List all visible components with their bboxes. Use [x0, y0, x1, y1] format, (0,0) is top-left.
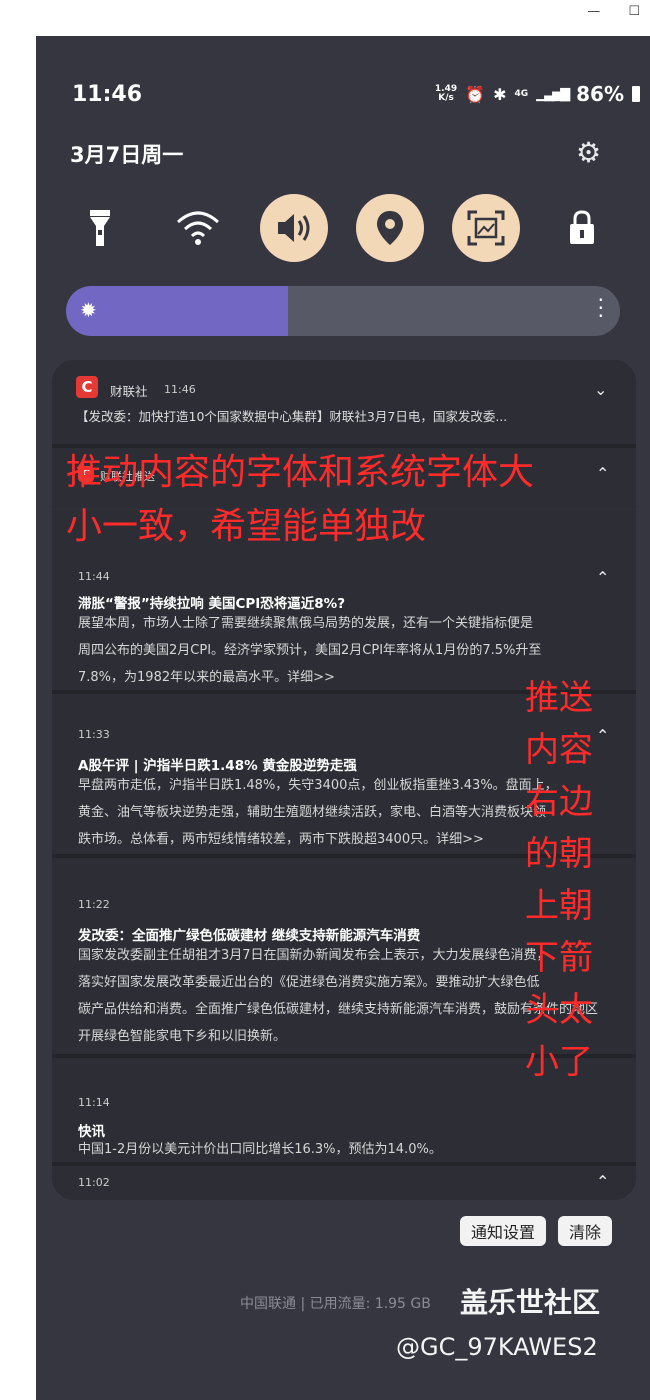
chevron-up-icon[interactable]: ⌃ — [596, 464, 609, 483]
window-controls: — ☐ — [563, 4, 640, 19]
notification-time: 11:44 — [78, 570, 110, 583]
clear-button[interactable]: 清除 — [558, 1216, 612, 1246]
notification-title: 发改委：全面推广绿色低碳建材 继续支持新能源汽车消费 — [78, 928, 421, 944]
notification-text: 【发改委：加快打造10个国家数据中心集群】财联社3月7日电，国家发改委... — [76, 409, 508, 424]
notification-card[interactable]: C 财联社 11:46 【发改委：加快打造10个国家数据中心集群】财联社3月7日… — [52, 360, 636, 444]
maximize-icon[interactable]: ☐ — [628, 4, 640, 19]
status-icons: 1.49 K/s ⏰ ✱ 4G ▁▃▅▇ 86% — [435, 82, 640, 106]
brightness-fill — [66, 286, 288, 336]
cailianshe-app-icon: C — [76, 376, 98, 398]
notification-body: 展望本周，市场人士除了需要继续聚焦俄乌局势的发展，还有一个关键指标便是 周四公布… — [78, 616, 542, 685]
battery-text: 86% — [576, 82, 624, 106]
notification-settings-button[interactable]: 通知设置 — [460, 1216, 546, 1246]
chevron-down-icon[interactable]: ⌄ — [594, 380, 607, 399]
brightness-slider[interactable]: ✹ · · · — [66, 286, 620, 336]
status-time: 11:46 — [72, 82, 143, 107]
net-speed: 1.49 K/s — [434, 84, 458, 103]
signal-label: 4G — [514, 89, 529, 99]
alarm-icon: ⏰ — [465, 84, 486, 104]
volume-icon[interactable] — [260, 194, 328, 262]
notification-time: 11:14 — [78, 1096, 110, 1109]
lock-icon[interactable] — [548, 194, 616, 262]
bluetooth-icon: ✱ — [493, 84, 507, 104]
notification-body: 中国1-2月份以美元计价出口同比增长16.3%，预估为14.0%。 — [78, 1142, 442, 1157]
chevron-up-icon[interactable]: ⌃ — [596, 1172, 609, 1191]
gear-icon[interactable]: ⚙ — [576, 136, 601, 169]
screen-capture-icon[interactable] — [452, 194, 520, 262]
annotation-right: 推送 内容 右边 的朝 上朝 下箭 头太 小了 — [525, 678, 593, 1082]
sun-icon: ✹ — [80, 298, 97, 322]
notification-title: 滞胀“警报”持续拉响 美国CPI恐将逼近8%? — [78, 596, 346, 612]
annotation-top: 推动内容的字体和系统字体大 小一致，希望能单独改 — [66, 452, 535, 547]
notification-title: A股午评 | 沪指半日跌1.48% 黄金股逆势走强 — [78, 758, 357, 774]
watermark-handle: @GC_97KAWES2 — [396, 1333, 598, 1361]
flashlight-icon[interactable] — [66, 194, 134, 262]
minimize-icon[interactable]: — — [587, 4, 600, 19]
signal-icon: ▁▃▅▇ — [536, 86, 570, 102]
date-label: 3月7日周一 — [70, 143, 184, 167]
notification-time: 11:22 — [78, 898, 110, 911]
battery-icon — [632, 86, 640, 102]
notification-time: 11:02 — [78, 1176, 110, 1189]
phone-screen: 11:46 1.49 K/s ⏰ ✱ 4G ▁▃▅▇ 86% 3月7日周一 ⚙ … — [36, 36, 650, 1400]
notification-body: 早盘两市走低，沪指半日跌1.48%，失守3400点，创业板指重挫3.43%。盘面… — [78, 778, 558, 847]
notification-title: 快讯 — [78, 1196, 105, 1200]
notification-time: 11:46 — [164, 383, 196, 396]
location-icon[interactable] — [356, 194, 424, 262]
notification-time: 11:33 — [78, 728, 110, 741]
chevron-up-icon[interactable]: ⌃ — [596, 568, 609, 587]
wifi-icon[interactable] — [164, 194, 232, 262]
more-options-icon[interactable]: · · · — [598, 290, 604, 326]
notification-item[interactable]: 11:02 ⌃ 快讯 — [52, 1166, 636, 1200]
watermark-title: 盖乐世社区 — [460, 1286, 601, 1319]
carrier-info: 中国联通 | 已用流量: 1.95 GB — [240, 1296, 431, 1312]
notification-app-name: 财联社 — [110, 384, 148, 399]
